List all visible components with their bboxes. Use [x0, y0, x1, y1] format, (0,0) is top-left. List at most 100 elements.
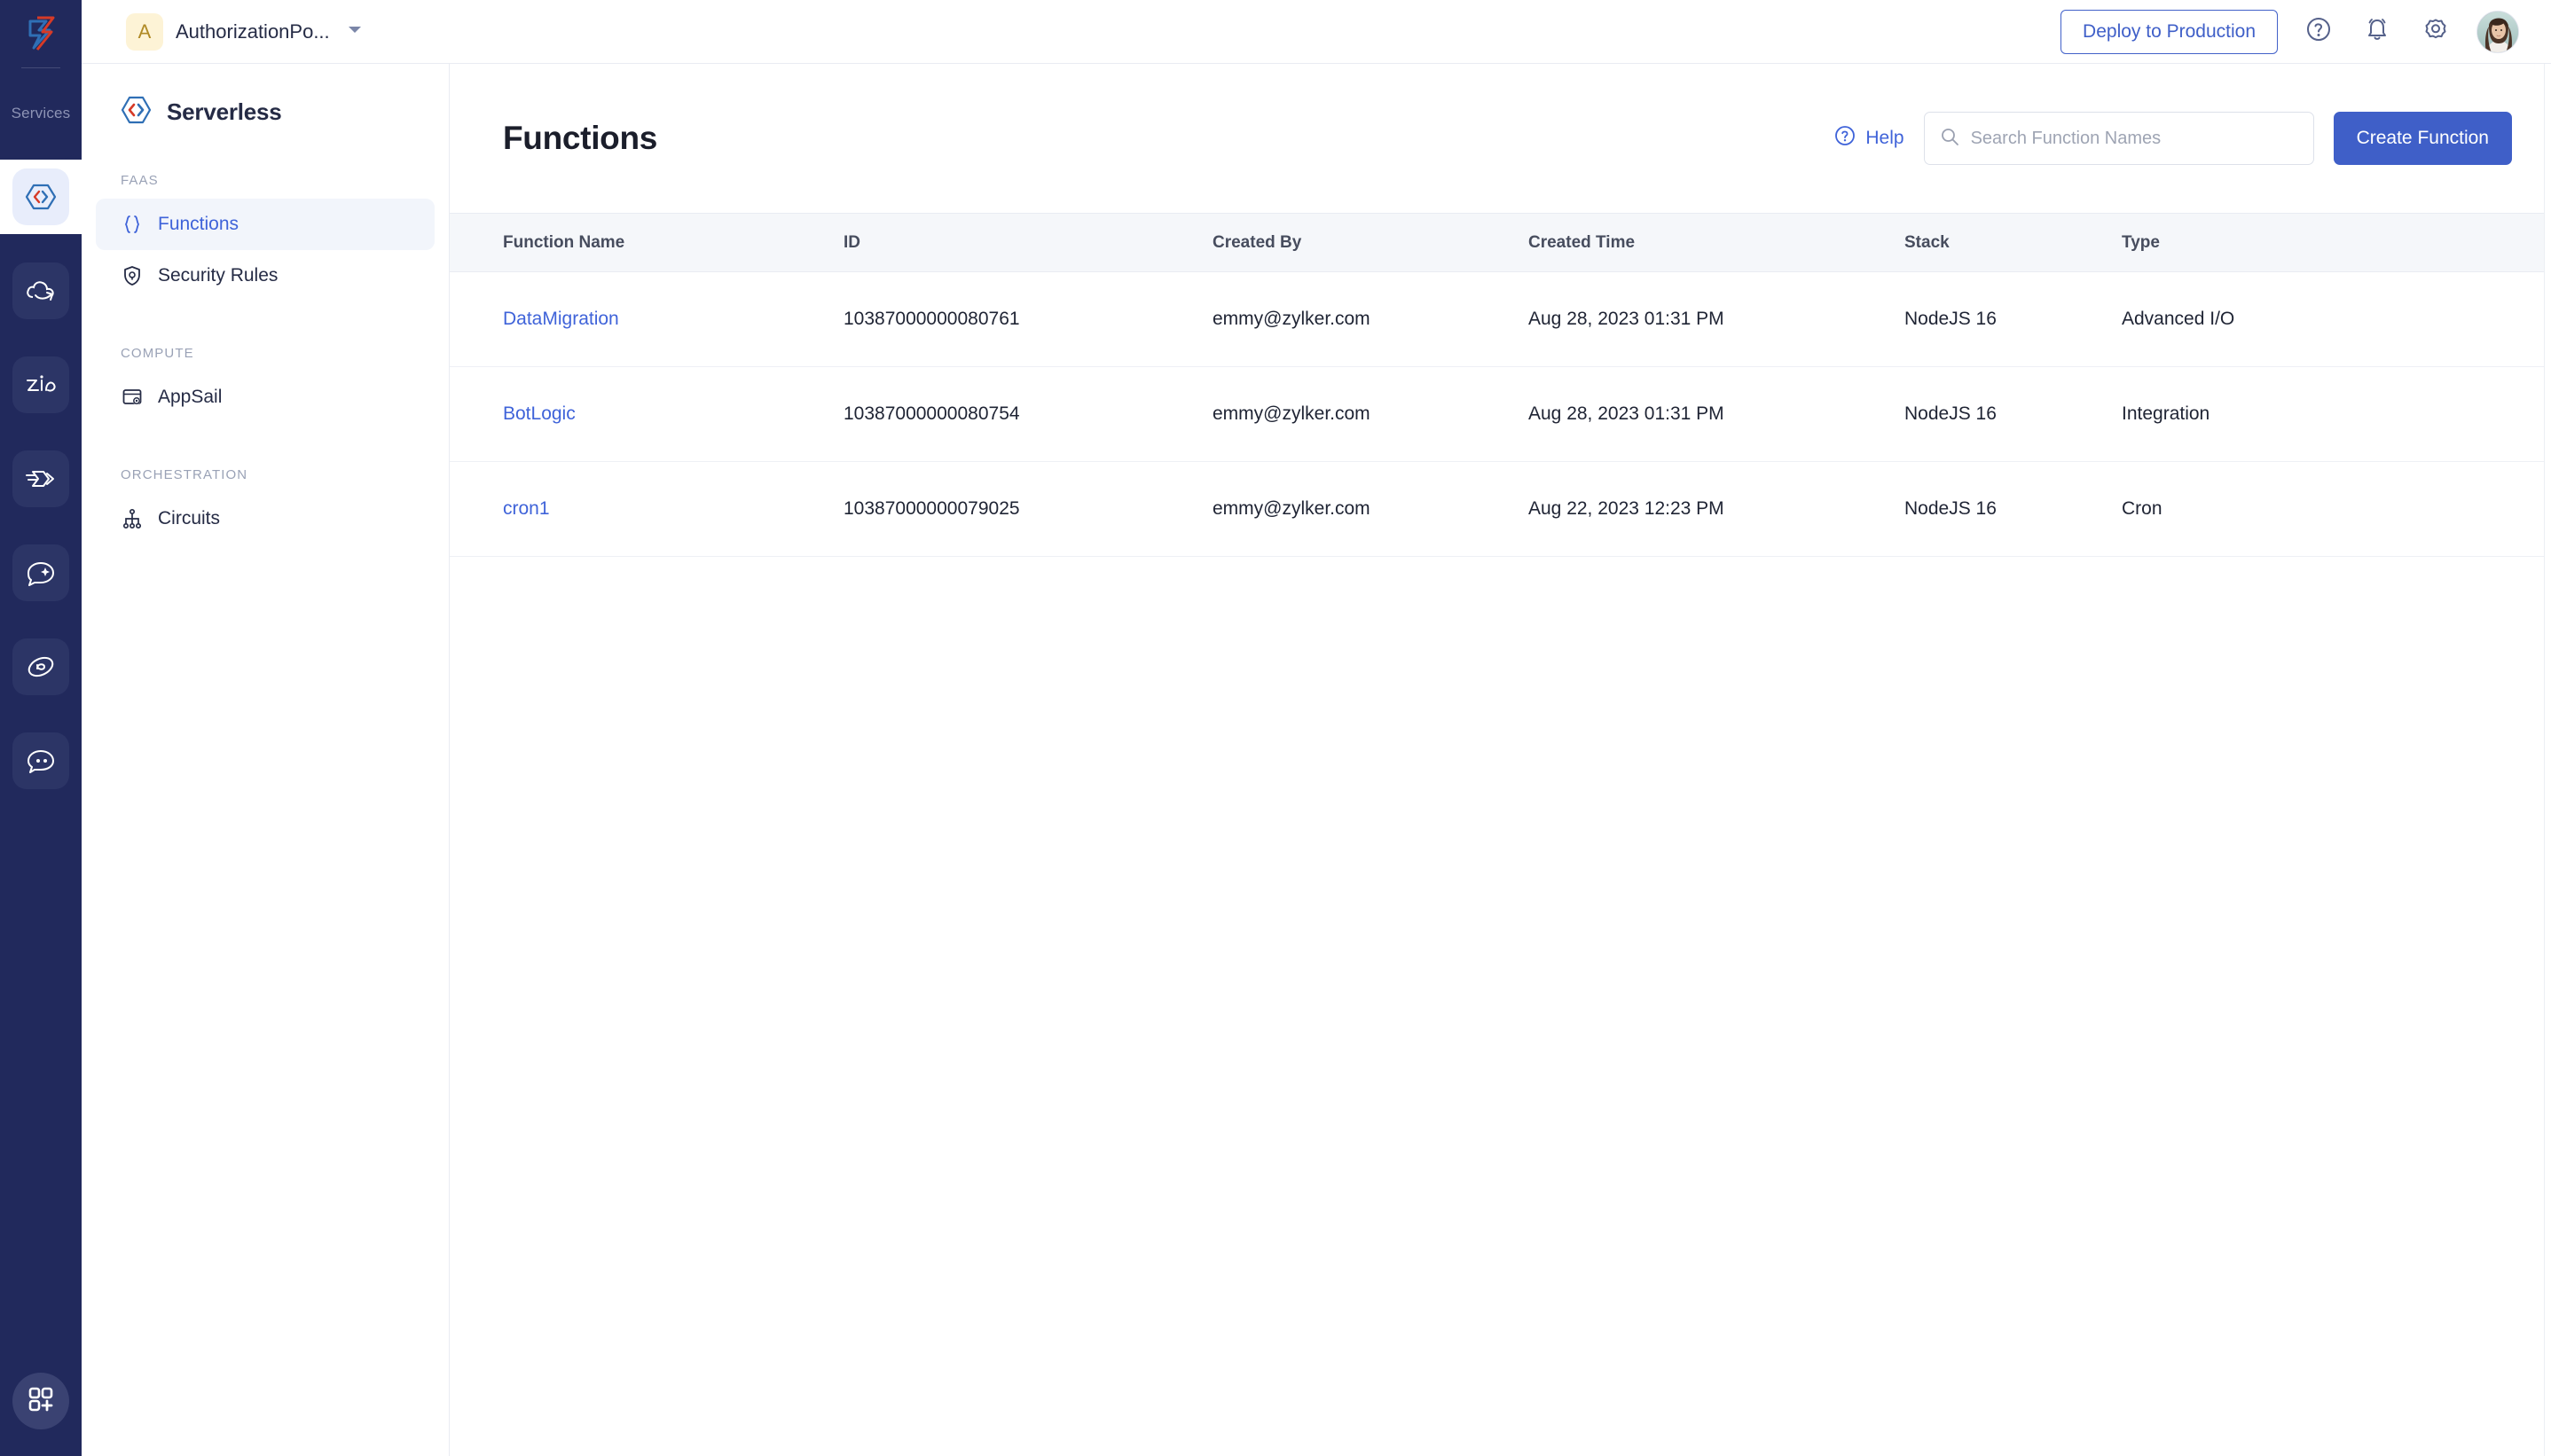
sidebar-item-appsail[interactable]: AppSail [96, 372, 435, 423]
cell-created-time: Aug 28, 2023 01:31 PM [1528, 271, 1904, 367]
cell-type: Integration [2122, 366, 2551, 462]
sidebar-item-circuits[interactable]: Circuits [96, 493, 435, 544]
services-rail: Services [0, 0, 82, 1456]
function-name-link[interactable]: BotLogic [503, 403, 576, 424]
cell-id: 10387000000080754 [844, 366, 1213, 462]
col-header-created-by[interactable]: Created By [1213, 213, 1528, 272]
sidebar-item-label: Security Rules [158, 265, 279, 286]
sidebar-item-functions[interactable]: Functions [96, 199, 435, 250]
search-input[interactable] [1970, 128, 2299, 149]
cell-stack: NodeJS 16 [1904, 461, 2122, 557]
nav-group-label-compute: COMPUTE [121, 346, 194, 361]
rail-item-cloud-scale[interactable] [12, 262, 69, 319]
product-sidebar: Serverless FAAS Functions Security Rules… [82, 64, 450, 1456]
help-link-label: Help [1865, 128, 1904, 148]
table-row[interactable]: cron1 10387000000079025 emmy@zylker.com … [450, 461, 2551, 557]
chevron-down-icon[interactable] [346, 23, 364, 40]
cell-created-time: Aug 22, 2023 12:23 PM [1528, 461, 1904, 557]
zia-icon [24, 372, 58, 397]
app-root: Services A AuthorizationPo... Deploy to … [0, 0, 2551, 1456]
col-header-created-time[interactable]: Created Time [1528, 213, 1904, 272]
add-app-button[interactable] [12, 1373, 69, 1429]
sidebar-item-label: Functions [158, 214, 239, 234]
page-header: Functions Help Search Function Names Cre… [450, 64, 2551, 213]
page-header-actions: Help Create Function [1833, 112, 2512, 165]
cell-type: Advanced I/O [2122, 271, 2551, 367]
code-brackets-icon [24, 184, 58, 210]
org-avatar: A [126, 12, 163, 51]
curly-braces-icon [121, 213, 144, 236]
cloud-arrow-icon [25, 278, 57, 304]
nav-group-label-orchestration: ORCHESTRATION [121, 467, 248, 482]
main-content: Functions Help Search Function Names Cre… [450, 64, 2551, 1456]
help-link[interactable]: Help [1833, 124, 1904, 153]
org-selector[interactable]: A AuthorizationPo... [126, 12, 364, 51]
functions-table-body: DataMigration 10387000000080761 emmy@zyl… [450, 271, 2551, 557]
functions-table: Function Name ID Created By Created Time… [450, 213, 2551, 557]
page-title: Functions [503, 120, 658, 156]
search-icon [1939, 126, 1960, 152]
cell-created-by: emmy@zylker.com [1213, 271, 1528, 367]
table-header-row: Function Name ID Created By Created Time… [450, 213, 2551, 272]
table-row[interactable]: DataMigration 10387000000080761 emmy@zyl… [450, 271, 2551, 367]
rail-item-smart-browz[interactable] [12, 544, 69, 601]
org-name: AuthorizationPo... [176, 20, 330, 43]
nav-group-label-faas: FAAS [121, 173, 159, 188]
search-function-names[interactable] [1923, 112, 2314, 165]
sidebar-item-label: AppSail [158, 387, 223, 407]
settings-button[interactable] [2418, 14, 2453, 50]
sidebar-item-security-rules[interactable]: Security Rules [96, 250, 435, 301]
rail-item-signals[interactable] [12, 638, 69, 695]
user-avatar[interactable] [2476, 10, 2519, 53]
cell-function-name: DataMigration [450, 271, 844, 367]
col-header-function-name[interactable]: Function Name [450, 213, 844, 272]
gear-icon [2421, 15, 2450, 48]
deploy-to-production-button[interactable]: Deploy to Production [2060, 9, 2278, 54]
swirl-icon [26, 654, 56, 680]
col-header-stack[interactable]: Stack [1904, 213, 2122, 272]
function-name-link[interactable]: DataMigration [503, 309, 619, 329]
brand-name: Serverless [167, 98, 282, 125]
cell-stack: NodeJS 16 [1904, 366, 2122, 462]
rail-item-serverless[interactable] [12, 168, 69, 225]
rail-item-datastore[interactable] [12, 450, 69, 507]
function-name-link[interactable]: cron1 [503, 498, 550, 519]
sitemap-icon [121, 507, 144, 530]
cell-function-name: BotLogic [450, 366, 844, 462]
rail-item-zia[interactable] [12, 356, 69, 413]
page-scrollbar-track[interactable] [2544, 64, 2551, 1456]
layers-arrow-icon [24, 468, 58, 489]
cell-stack: NodeJS 16 [1904, 271, 2122, 367]
chat-dots-icon [26, 748, 56, 773]
table-row[interactable]: BotLogic 10387000000080754 emmy@zylker.c… [450, 366, 2551, 462]
question-circle-icon [2304, 15, 2333, 48]
rail-bottom-section [0, 234, 82, 1456]
serverless-logo-icon [119, 96, 153, 129]
rail-item-quick-ml[interactable] [12, 732, 69, 789]
help-icon-button[interactable] [2301, 14, 2336, 50]
cell-type: Cron [2122, 461, 2551, 557]
notifications-button[interactable] [2359, 14, 2395, 50]
cell-created-by: emmy@zylker.com [1213, 366, 1528, 462]
question-circle-icon [1833, 124, 1856, 153]
catalyst-logo-icon[interactable] [16, 9, 66, 59]
rail-divider [21, 67, 60, 68]
cell-id: 10387000000079025 [844, 461, 1213, 557]
top-bar: A AuthorizationPo... Deploy to Productio… [82, 0, 2551, 64]
rail-services-label: Services [11, 105, 71, 121]
cell-id: 10387000000080761 [844, 271, 1213, 367]
col-header-id[interactable]: ID [844, 213, 1213, 272]
col-header-type[interactable]: Type [2122, 213, 2551, 272]
shield-lock-icon [121, 264, 144, 287]
bell-icon [2363, 15, 2391, 48]
sidebar-item-label: Circuits [158, 508, 221, 528]
functions-table-head: Function Name ID Created By Created Time… [450, 213, 2551, 272]
window-gear-icon [121, 386, 144, 409]
cell-created-by: emmy@zylker.com [1213, 461, 1528, 557]
cell-created-time: Aug 28, 2023 01:31 PM [1528, 366, 1904, 462]
create-function-button[interactable]: Create Function [2333, 112, 2512, 165]
brand-header: Serverless [82, 64, 449, 129]
cell-function-name: cron1 [450, 461, 844, 557]
topbar-actions: Deploy to Production [2060, 9, 2519, 54]
chat-sparkle-icon [26, 560, 56, 586]
